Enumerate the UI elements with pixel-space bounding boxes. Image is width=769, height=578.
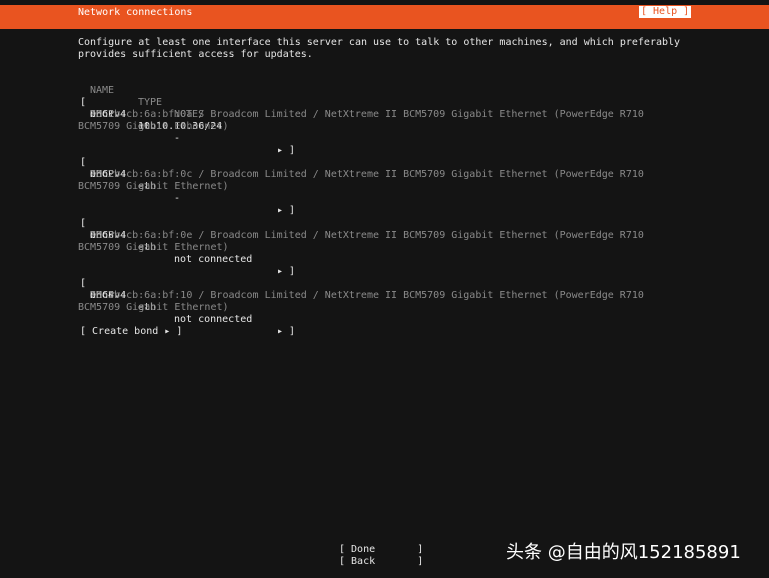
interface-description: 78:2b:cb:6a:bf:0e / Broadcom Limited / N… bbox=[90, 230, 644, 241]
help-button[interactable]: [ Help ] bbox=[639, 6, 692, 18]
interface-notes: not connected bbox=[174, 314, 253, 325]
interface-row-eno4[interactable]: [ eno4 eth not connected ▸ ] bbox=[78, 266, 298, 337]
interface-row-eno3[interactable]: [ eno3 eth not connected ▸ ] bbox=[78, 206, 298, 277]
interface-notes: - bbox=[174, 193, 181, 204]
interface-description-cont: BCM5709 Gigabit Ethernet) bbox=[78, 181, 229, 192]
dhcp-row-eno4: DHCPv4 - bbox=[78, 278, 144, 313]
watermark-text: 头条 @自由的风152185891 bbox=[506, 542, 741, 563]
back-button[interactable]: [ Back ] bbox=[339, 556, 423, 568]
interface-menu-arrow[interactable]: ▸ ] bbox=[277, 326, 295, 338]
interface-row-eno1[interactable]: [ eno1 eth - ▸ ] bbox=[78, 85, 298, 156]
interface-notes: not connected bbox=[174, 254, 253, 265]
dhcp-row-eno2: DHCPv4 - bbox=[78, 157, 144, 192]
create-bond-button[interactable]: [ Create bond ▸ ] bbox=[80, 326, 182, 338]
interface-description-cont: BCM5709 Gigabit Ethernet) bbox=[78, 242, 229, 253]
intro-line-2: provides sufficient access for updates. bbox=[78, 49, 313, 60]
page-title: Network connections bbox=[78, 7, 193, 18]
interface-description: 78:2b:cb:6a:bf:10 / Broadcom Limited / N… bbox=[90, 290, 644, 301]
dhcp-row-eno1: DHCPv4 10.10.10.36/24 bbox=[78, 97, 222, 132]
table-header: NAME TYPE NOTES bbox=[78, 73, 204, 120]
interface-description-cont: BCM5709 Gigabit Ethernet) bbox=[78, 302, 229, 313]
interface-notes: - bbox=[174, 133, 181, 144]
done-button[interactable]: [ Done ] bbox=[339, 544, 423, 556]
intro-line-1: Configure at least one interface this se… bbox=[78, 37, 681, 48]
interface-description: 78:2b:cb:6a:bf:0c / Broadcom Limited / N… bbox=[90, 169, 644, 180]
header-type: TYPE bbox=[138, 97, 163, 108]
interface-description-cont: BCM5709 Gigabit Ethernet) bbox=[78, 121, 229, 132]
interface-row-eno2[interactable]: [ eno2 eth - ▸ ] bbox=[78, 145, 298, 216]
interface-description: 78:2b:cb:6a:bf:0a / Broadcom Limited / N… bbox=[90, 109, 644, 120]
dhcp-row-eno3: DHCPv4 - bbox=[78, 218, 144, 253]
